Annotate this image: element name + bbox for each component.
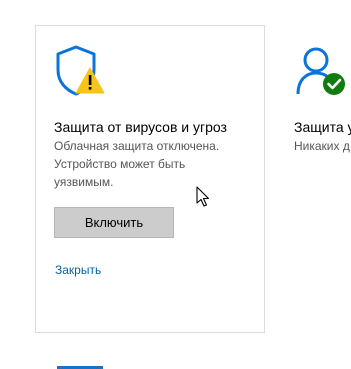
account-check-icon [296, 47, 345, 95]
enable-button[interactable]: Включить [54, 207, 174, 238]
description-line: Устройство может быть [54, 157, 186, 171]
shield-warning-icon [56, 45, 105, 96]
description-line: уязвимым. [54, 175, 114, 189]
account-protection-description: Никаких д [294, 139, 350, 153]
virus-protection-description: Облачная защита отключена. Устройство мо… [54, 137, 259, 191]
close-link[interactable]: Закрыть [55, 262, 101, 278]
account-protection-title: Защита у [294, 119, 351, 135]
virus-protection-title: Защита от вирусов и угроз [54, 119, 227, 135]
mouse-pointer-icon [196, 186, 210, 207]
description-line: Облачная защита отключена. [54, 139, 220, 153]
